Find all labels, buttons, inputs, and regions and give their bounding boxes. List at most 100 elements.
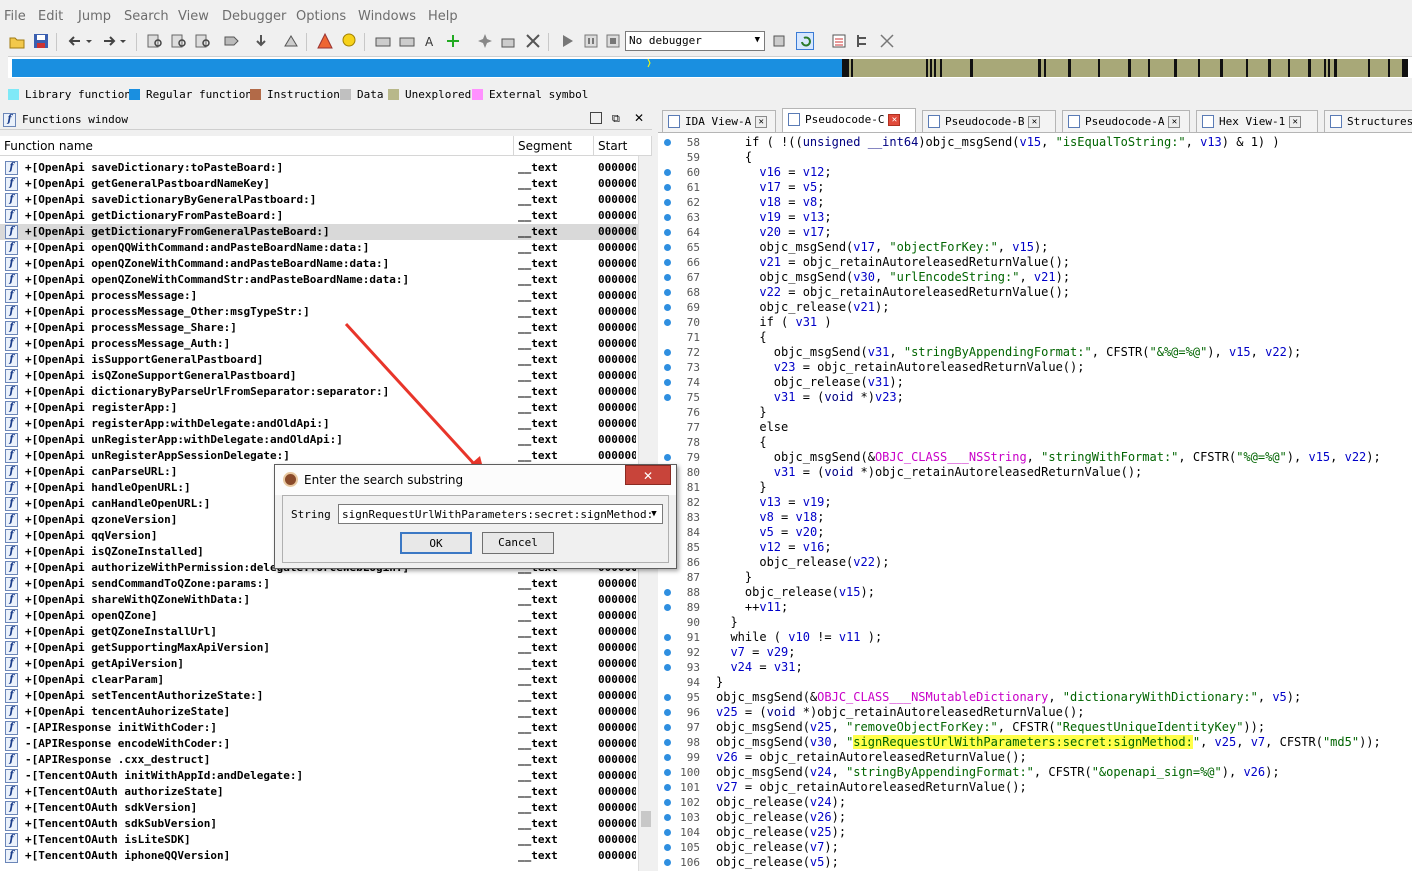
breakpoint-dot-icon[interactable] <box>664 139 671 146</box>
chevron-down-icon[interactable]: ▼ <box>648 507 660 521</box>
menu-help[interactable]: Help <box>428 9 458 24</box>
breakpoint-dot-icon[interactable] <box>664 754 671 761</box>
stop-icon[interactable] <box>604 32 622 50</box>
function-row[interactable]: f +[OpenApi unRegisterAppSessionDelegate:… <box>0 448 652 464</box>
menu-jump[interactable]: Jump <box>78 9 111 24</box>
function-row[interactable]: f +[OpenApi openQQWithCommand:andPasteBoa… <box>0 240 652 256</box>
breakpoint-dot-icon[interactable] <box>664 649 671 656</box>
function-row[interactable]: f -[APIResponse initWithCoder:] __text 0000… <box>0 720 652 736</box>
code-line[interactable]: 91 while ( v10 != v11 ); <box>658 630 1412 645</box>
warning-icon[interactable] <box>316 32 334 50</box>
tab-pseudocode-a[interactable]: Pseudocode-A ✕ <box>1062 110 1190 132</box>
code-line[interactable]: 70 if ( v31 ) <box>658 315 1412 330</box>
code-line[interactable]: 106 objc_release(v5); <box>658 855 1412 870</box>
code-line[interactable]: 94} <box>658 675 1412 690</box>
code-line[interactable]: 85 v12 = v16; <box>658 540 1412 555</box>
function-row[interactable]: f +[OpenApi getSupportingMaxApiVersion] __… <box>0 640 652 656</box>
code-line[interactable]: 89 ++v11; <box>658 600 1412 615</box>
breakpoint-dot-icon[interactable] <box>664 604 671 611</box>
function-row[interactable]: f +[OpenApi getGeneralPastboardNameKey] __… <box>0 176 652 192</box>
function-row[interactable]: f +[OpenApi clearParam] __text 000000 <box>0 672 652 688</box>
tab-hex-view-1[interactable]: Hex View-1 ✕ <box>1196 110 1318 132</box>
breakpoint-dot-icon[interactable] <box>664 664 671 671</box>
navigation-band[interactable] <box>8 56 1412 78</box>
forward-dropdown-icon[interactable] <box>118 32 136 50</box>
breakpoint-dot-icon[interactable] <box>664 694 671 701</box>
search-string-input[interactable]: signRequestUrlWithParameters:secret:sign… <box>338 504 663 524</box>
data-icon[interactable] <box>398 32 416 50</box>
code-line[interactable]: 59 { <box>658 150 1412 165</box>
function-row[interactable]: f +[OpenApi openQZoneWithCommand:andPaste… <box>0 256 652 272</box>
code-line[interactable]: 64 v20 = v17; <box>658 225 1412 240</box>
open-icon[interactable] <box>8 32 26 50</box>
tab-pseudocode-b[interactable]: Pseudocode-B ✕ <box>922 110 1056 132</box>
function-row[interactable]: f +[OpenApi dictionaryByParseUrlFromSepar… <box>0 384 652 400</box>
menu-options[interactable]: Options <box>296 9 346 24</box>
attach-icon[interactable] <box>772 32 790 50</box>
code-line[interactable]: 79 objc_msgSend(&OBJC_CLASS___NSString, … <box>658 450 1412 465</box>
breakpoint-dot-icon[interactable] <box>664 724 671 731</box>
function-row[interactable]: f +[OpenApi getDictionaryFromGeneralPaste… <box>0 224 652 240</box>
function-row[interactable]: f +[OpenApi getQZoneInstallUrl] __text 0000… <box>0 624 652 640</box>
code-line[interactable]: 83 v8 = v18; <box>658 510 1412 525</box>
breakpoint-dot-icon[interactable] <box>664 844 671 851</box>
forward-icon[interactable] <box>100 32 118 50</box>
pause-icon[interactable] <box>582 32 600 50</box>
code-line[interactable]: 65 objc_msgSend(v17, "objectForKey:", v1… <box>658 240 1412 255</box>
tab-ida-view-a[interactable]: IDA View-A ✕ <box>662 110 776 132</box>
function-row[interactable]: f +[OpenApi openQZoneWithCommandStr:andPa… <box>0 272 652 288</box>
breakpoint-dot-icon[interactable] <box>664 739 671 746</box>
tab-pseudocode-c[interactable]: Pseudocode-C ✕ <box>782 108 916 132</box>
column-header-segment[interactable]: Segment <box>514 136 594 156</box>
breakpoint-dot-icon[interactable] <box>664 769 671 776</box>
code-line[interactable]: 100 objc_msgSend(v24, "stringByAppendingF… <box>658 765 1412 780</box>
back-icon[interactable] <box>66 32 84 50</box>
function-row[interactable]: f +[OpenApi registerApp:withDelegate:andO… <box>0 416 652 432</box>
code-line[interactable]: 105 objc_release(v7); <box>658 840 1412 855</box>
function-row[interactable]: f +[OpenApi processMessage_Auth:] __text 00… <box>0 336 652 352</box>
immediate-search-icon[interactable] <box>194 32 212 50</box>
breakpoint-dot-icon[interactable] <box>664 814 671 821</box>
breakpoint-dot-icon[interactable] <box>664 799 671 806</box>
breakpoint-dot-icon[interactable] <box>664 259 671 266</box>
binary-search-icon[interactable] <box>146 32 164 50</box>
function-row[interactable]: f -[TencentOAuth initWithAppId:andDelegat… <box>0 768 652 784</box>
function-row[interactable]: f +[OpenApi openQZone] __text 000000 <box>0 608 652 624</box>
breakpoint-dot-icon[interactable] <box>664 589 671 596</box>
function-row[interactable]: f +[OpenApi processMessage:] __text 000000 <box>0 288 652 304</box>
code-line[interactable]: 75 v31 = (void *)v23; <box>658 390 1412 405</box>
jump-down-icon[interactable] <box>252 32 270 50</box>
function-row[interactable]: f +[OpenApi unRegisterApp:withDelegate:an… <box>0 432 652 448</box>
code-line[interactable]: 90 } <box>658 615 1412 630</box>
add-function-icon[interactable] <box>444 32 462 50</box>
function-row[interactable]: f +[OpenApi isSupportGeneralPastboard] __t… <box>0 352 652 368</box>
code-line[interactable]: 88 objc_release(v15); <box>658 585 1412 600</box>
breakpoint-dot-icon[interactable] <box>664 364 671 371</box>
breakpoint-dot-icon[interactable] <box>664 379 671 386</box>
function-row[interactable]: f +[OpenApi tencentAuhorizeState] __text 00… <box>0 704 652 720</box>
menu-windows[interactable]: Windows <box>358 9 416 24</box>
code-line[interactable]: 97 objc_msgSend(v25, "removeObjectForKey:… <box>658 720 1412 735</box>
tab-close-icon[interactable]: ✕ <box>888 114 901 126</box>
function-row[interactable]: f +[OpenApi getApiVersion] __text 000000 <box>0 656 652 672</box>
tools-icon[interactable] <box>878 32 896 50</box>
column-header-start[interactable]: Start <box>594 136 652 156</box>
tree-icon[interactable] <box>854 32 872 50</box>
code-line[interactable]: 86 objc_release(v22); <box>658 555 1412 570</box>
function-row[interactable]: f +[OpenApi registerApp:] __text 000000 <box>0 400 652 416</box>
tab-close-icon[interactable]: ✕ <box>1168 116 1181 128</box>
breakpoint-dot-icon[interactable] <box>664 454 671 461</box>
tab-close-icon[interactable]: ✕ <box>1289 116 1302 128</box>
breakpoint-dot-icon[interactable] <box>664 229 671 236</box>
list-icon[interactable] <box>830 32 848 50</box>
code-line[interactable]: 73 v23 = objc_retainAutoreleasedReturnVa… <box>658 360 1412 375</box>
breakpoint-dot-icon[interactable] <box>664 274 671 281</box>
ok-button[interactable]: OK <box>400 532 472 554</box>
function-row[interactable]: f +[OpenApi saveDictionaryByGeneralPastbo… <box>0 192 652 208</box>
code-line[interactable]: 67 objc_msgSend(v30, "urlEncodeString:",… <box>658 270 1412 285</box>
menu-debugger[interactable]: Debugger <box>222 9 286 24</box>
minimize-icon[interactable] <box>590 112 602 124</box>
breakpoint-dot-icon[interactable] <box>664 169 671 176</box>
idea-icon[interactable] <box>340 32 358 50</box>
run-icon[interactable] <box>558 32 576 50</box>
